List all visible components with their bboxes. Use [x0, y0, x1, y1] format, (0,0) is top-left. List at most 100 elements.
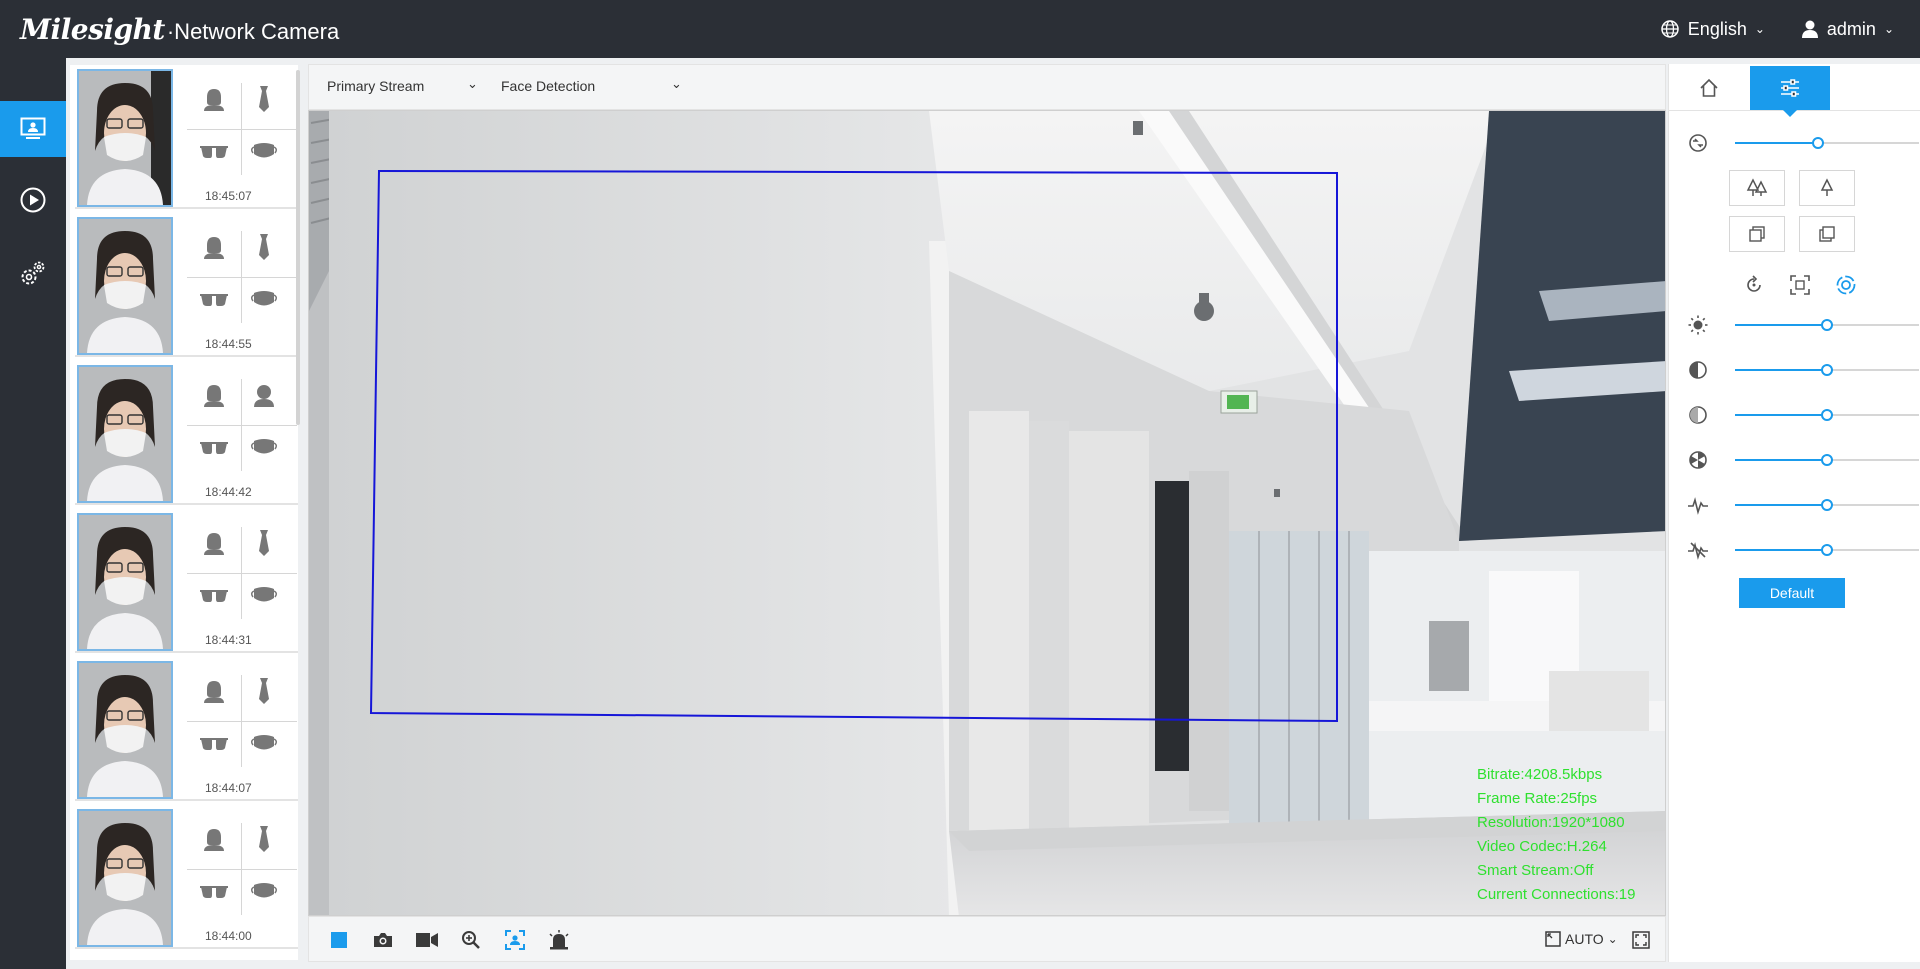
alarm-button[interactable]	[547, 928, 571, 952]
divider	[187, 425, 297, 426]
tab-image-settings[interactable]	[1750, 66, 1830, 117]
noise-slider-knob[interactable]	[1821, 499, 1833, 511]
divider	[187, 721, 297, 722]
sharpness-slider-knob[interactable]	[1821, 454, 1833, 466]
contrast-icon	[1687, 360, 1709, 380]
tie-icon	[244, 525, 284, 561]
wdr-slider-knob[interactable]	[1821, 544, 1833, 556]
zoom-in-tele-button[interactable]	[1799, 170, 1855, 206]
face-snapshot-thumbnail[interactable]	[77, 365, 173, 503]
nav-settings[interactable]	[0, 246, 66, 302]
attribute-grid	[187, 671, 297, 771]
osd-smart-stream: Smart Stream:Off	[1477, 862, 1594, 879]
zoom-slider-knob[interactable]	[1811, 137, 1824, 149]
pulse-icon	[1687, 495, 1709, 515]
sharpness-slider-row	[1687, 449, 1919, 471]
snapshot-item[interactable]: 18:44:31	[75, 509, 298, 653]
snapshot-time: 18:45:07	[205, 189, 252, 203]
tab-ptz-home[interactable]	[1669, 66, 1749, 110]
sharpness-slider-fill	[1735, 459, 1827, 461]
chevron-down-icon: ⌄	[467, 76, 478, 91]
top-bar: Milesight ·Network Camera English ⌄ admi…	[0, 0, 1920, 58]
focus-region-button[interactable]	[1787, 272, 1813, 298]
snapshot-item[interactable]: 18:44:55	[75, 213, 298, 357]
glasses-icon	[194, 725, 234, 761]
saturation-slider[interactable]	[1735, 409, 1919, 421]
saturation-slider-knob[interactable]	[1821, 409, 1833, 421]
digital-zoom-button[interactable]	[459, 928, 483, 952]
face-capture-button[interactable]	[503, 928, 527, 952]
detection-mode-value: Face Detection	[501, 78, 596, 94]
brightness-slider-row	[1687, 314, 1919, 336]
attribute-grid	[187, 819, 297, 919]
stop-button[interactable]	[327, 928, 351, 952]
tie-icon	[244, 673, 284, 709]
glasses-icon	[194, 281, 234, 317]
sun-icon	[1687, 315, 1709, 335]
sharpness-slider[interactable]	[1735, 454, 1919, 466]
female-icon	[244, 377, 284, 413]
snapshot-list-scrollbar[interactable]	[296, 70, 300, 425]
wdr-slider[interactable]	[1735, 544, 1919, 556]
brightness-slider[interactable]	[1735, 319, 1919, 331]
zoom-slider-fill	[1735, 142, 1818, 144]
face-snapshot-thumbnail[interactable]	[77, 217, 173, 355]
zoom-mode-select[interactable]: AUTO ⌄	[1545, 931, 1618, 947]
face-snapshot-thumbnail[interactable]	[77, 661, 173, 799]
contrast-slider[interactable]	[1735, 364, 1919, 376]
zoom-mode-value: AUTO	[1565, 931, 1604, 947]
snapshot-item[interactable]: 18:44:00	[75, 805, 298, 949]
play-circle-icon	[19, 186, 47, 214]
language-select[interactable]: English ⌄	[1660, 19, 1765, 40]
snapshot-time: 18:44:31	[205, 633, 252, 647]
focus-near-button[interactable]	[1729, 216, 1785, 252]
user-menu[interactable]: admin ⌄	[1801, 19, 1894, 40]
face-snapshot-thumbnail[interactable]	[77, 69, 173, 207]
left-nav	[0, 58, 66, 969]
divider	[187, 277, 297, 278]
face-snapshot-thumbnail[interactable]	[77, 809, 173, 947]
nav-playback[interactable]	[0, 172, 66, 228]
refresh-focus-button[interactable]	[1741, 272, 1767, 298]
brightness-slider-knob[interactable]	[1821, 319, 1833, 331]
face-frame-icon	[505, 930, 525, 950]
face-snapshot-thumbnail[interactable]	[77, 513, 173, 651]
brand-logo: Milesight	[20, 12, 165, 46]
zoom-out-button[interactable]	[1729, 170, 1785, 206]
record-button[interactable]	[415, 928, 439, 952]
snapshot-item[interactable]: 18:45:07	[75, 65, 298, 209]
person-icon	[194, 821, 234, 857]
gears-icon	[18, 259, 48, 289]
fullscreen-button[interactable]	[1629, 928, 1653, 952]
snapshot-button[interactable]	[371, 928, 395, 952]
zoom-slider-row	[1687, 132, 1919, 154]
zoom-slider[interactable]	[1735, 137, 1919, 149]
chevron-down-icon: ⌄	[1607, 932, 1618, 946]
snapshot-item[interactable]: 18:44:07	[75, 657, 298, 801]
divider	[187, 573, 297, 574]
focus-frame-icon	[1790, 275, 1810, 295]
contrast-slider-knob[interactable]	[1821, 364, 1833, 376]
detection-mode-select[interactable]: Face Detection ⌄	[501, 76, 682, 94]
noise-slider[interactable]	[1735, 499, 1919, 511]
user-name: admin	[1826, 18, 1876, 39]
snapshot-item[interactable]: 18:44:42	[75, 361, 298, 505]
stream-select-value: Primary Stream	[327, 78, 425, 94]
monitor-icon	[20, 117, 46, 141]
user-icon	[1801, 19, 1819, 39]
live-video[interactable]: Bitrate:4208.5kbps Frame Rate:25fps Reso…	[308, 110, 1666, 916]
auto-focus-button[interactable]	[1833, 272, 1859, 298]
fit-window-icon	[1545, 931, 1561, 947]
tie-icon	[244, 821, 284, 857]
stream-select[interactable]: Primary Stream ⌄	[327, 76, 478, 94]
noise-slider-fill	[1735, 504, 1827, 506]
osd-resolution: Resolution:1920*1080	[1477, 814, 1625, 831]
glasses-icon	[194, 873, 234, 909]
person-icon	[194, 525, 234, 561]
focus-far-button[interactable]	[1799, 216, 1855, 252]
glasses-icon	[194, 577, 234, 613]
nav-live-view[interactable]	[0, 101, 66, 157]
mask-icon	[244, 873, 284, 909]
default-button[interactable]: Default	[1739, 578, 1845, 608]
brightness-slider-fill	[1735, 324, 1827, 326]
